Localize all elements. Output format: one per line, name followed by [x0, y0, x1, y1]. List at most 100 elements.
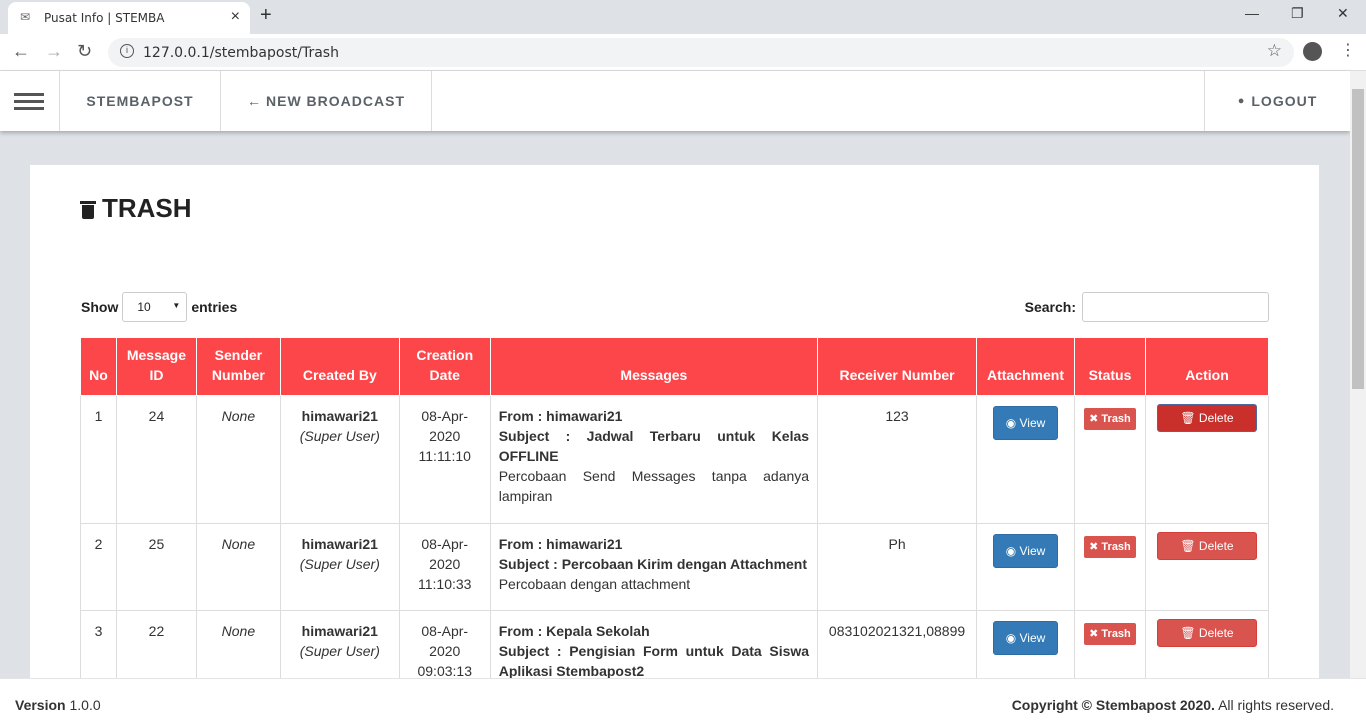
delete-button[interactable]: 🗑︎ Delete	[1156, 619, 1257, 647]
reload-icon[interactable]: ↻	[77, 41, 92, 62]
restore-icon[interactable]: ❐	[1291, 5, 1304, 22]
back-icon[interactable]: ←	[12, 41, 30, 62]
creator-role: (Super User)	[299, 428, 380, 444]
row-no: 2	[80, 523, 117, 611]
close-tab-icon[interactable]: ×	[231, 8, 240, 26]
brand-link[interactable]: STEMBAPOST	[60, 71, 221, 131]
x-icon: ✖	[1089, 413, 1102, 425]
col-messages[interactable]: Messages	[489, 337, 819, 396]
row-attachment: ◉ View	[976, 395, 1075, 524]
trash-card: TRASH Show 10 ▼ entries Search: No Messa…	[30, 165, 1319, 711]
creation-time: 09:03:13	[417, 663, 472, 679]
trash-label: Trash	[1101, 541, 1131, 553]
creator-name: himawari21	[301, 408, 378, 424]
entries-select[interactable]: 10 ▼	[122, 292, 188, 322]
browser-tabstrip: ✉ Pusat Info | STEMBA × + — ❐ ✕	[0, 0, 1366, 34]
entries-length-control: Show 10 ▼ entries	[81, 292, 237, 322]
row-receiver-number: 123	[817, 395, 978, 524]
show-label: Show	[81, 299, 119, 315]
view-button[interactable]: ◉ View	[992, 621, 1059, 655]
view-label: View	[1019, 544, 1046, 558]
table-header-row: No Message ID Sender Number Created By C…	[80, 337, 1270, 396]
trash-status-badge[interactable]: ✖ Trash	[1084, 536, 1136, 558]
delete-label: Delete	[1198, 539, 1234, 553]
row-sender-number: None	[195, 523, 281, 611]
trash-status-badge[interactable]: ✖ Trash	[1084, 623, 1136, 645]
minimize-icon[interactable]: —	[1245, 5, 1259, 21]
hamburger-icon	[14, 93, 44, 114]
message-body: Percobaan dengan attachment	[498, 576, 691, 592]
creation-date: 08-Apr-2020	[421, 623, 469, 659]
logout-label: LOGOUT	[1251, 93, 1318, 109]
url-text[interactable]: 127.0.0.1/stembapost/Trash	[143, 45, 339, 61]
view-button[interactable]: ◉ View	[992, 406, 1059, 440]
row-creation-date: 08-Apr-2020 11:10:33	[398, 523, 491, 611]
row-attachment: ◉ View	[976, 523, 1075, 611]
info-icon[interactable]: i	[120, 44, 134, 58]
tab-title: Pusat Info | STEMBA	[44, 11, 165, 25]
eye-icon: ◉	[1005, 631, 1020, 645]
new-broadcast-label: NEW BROADCAST	[266, 93, 405, 109]
forward-icon[interactable]: →	[45, 41, 63, 62]
col-no[interactable]: No	[80, 337, 117, 396]
version-info: Version 1.0.0	[15, 697, 101, 713]
browser-menu-icon[interactable]: ⋮	[1340, 40, 1356, 60]
row-receiver-number: Ph	[817, 523, 978, 611]
col-action[interactable]: Action	[1144, 337, 1270, 396]
table-row: 2 25 None himawari21 (Super User) 08-Apr-2020…	[80, 523, 1270, 611]
url-input[interactable]: i 127.0.0.1/stembapost/Trash ☆	[108, 38, 1294, 67]
message-subject: Subject : Jadwal Terbaru untuk Kelas OFF…	[498, 428, 810, 464]
bookmark-star-icon[interactable]: ☆	[1267, 41, 1282, 61]
message-from: From : Kepala Sekolah	[498, 623, 650, 639]
trash-label: Trash	[1101, 413, 1131, 425]
drop-icon: ●	[1237, 95, 1246, 107]
page-title: TRASH	[80, 193, 192, 224]
row-no: 1	[80, 395, 117, 524]
message-from: From : himawari21	[498, 408, 623, 424]
rights-text: All rights reserved.	[1218, 697, 1334, 713]
row-action: 🗑︎ Delete	[1144, 523, 1270, 611]
col-message-id[interactable]: Message ID	[115, 337, 197, 396]
app-header: STEMBAPOST ← NEW BROADCAST ● LOGOUT	[0, 71, 1350, 131]
new-tab-icon[interactable]: +	[260, 4, 272, 27]
new-broadcast-link[interactable]: ← NEW BROADCAST	[221, 71, 432, 131]
view-button[interactable]: ◉ View	[992, 534, 1059, 568]
message-from: From : himawari21	[498, 536, 623, 552]
entries-label: entries	[191, 299, 238, 315]
eye-icon: ◉	[1005, 544, 1020, 558]
creator-name: himawari21	[301, 536, 378, 552]
row-sender-number: None	[195, 395, 281, 524]
col-status[interactable]: Status	[1073, 337, 1146, 396]
message-body: Percobaan Send Messages tanpa adanya lam…	[498, 468, 810, 504]
logout-link[interactable]: ● LOGOUT	[1204, 71, 1350, 131]
creation-time: 11:11:10	[418, 448, 471, 464]
trash-icon: 🗑︎	[1180, 626, 1199, 640]
copyright: Copyright © Stembapost 2020. All rights …	[1012, 697, 1334, 713]
delete-button[interactable]: 🗑︎ Delete	[1156, 404, 1257, 432]
close-window-icon[interactable]: ✕	[1337, 5, 1349, 22]
row-message-id: 25	[115, 523, 197, 611]
profile-avatar-icon[interactable]	[1303, 42, 1322, 61]
browser-tab[interactable]: ✉ Pusat Info | STEMBA ×	[8, 2, 250, 34]
col-attachment[interactable]: Attachment	[976, 337, 1075, 396]
col-sender-number[interactable]: Sender Number	[195, 337, 281, 396]
row-creation-date: 08-Apr-2020 11:11:10	[398, 395, 491, 524]
search-input[interactable]	[1082, 292, 1269, 322]
creator-role: (Super User)	[299, 643, 380, 659]
col-receiver-number[interactable]: Receiver Number	[817, 337, 978, 396]
col-created-by[interactable]: Created By	[279, 337, 400, 396]
col-creation-date[interactable]: Creation Date	[398, 337, 491, 396]
trash-status-badge[interactable]: ✖ Trash	[1084, 408, 1136, 430]
delete-button[interactable]: 🗑︎ Delete	[1156, 532, 1257, 560]
table-row: 1 24 None himawari21 (Super User) 08-Apr-2020…	[80, 395, 1270, 524]
page-scrollbar[interactable]	[1350, 71, 1366, 678]
row-message: From : himawari21 Subject : Jadwal Terbar…	[489, 395, 819, 524]
search-label: Search:	[1024, 299, 1076, 315]
scrollbar-thumb[interactable]	[1352, 89, 1364, 389]
row-message-id: 24	[115, 395, 197, 524]
menu-toggle[interactable]	[0, 71, 60, 131]
creator-name: himawari21	[301, 623, 378, 639]
x-icon: ✖	[1089, 628, 1102, 640]
creation-date: 08-Apr-2020	[421, 536, 469, 572]
entries-value: 10	[137, 300, 151, 314]
